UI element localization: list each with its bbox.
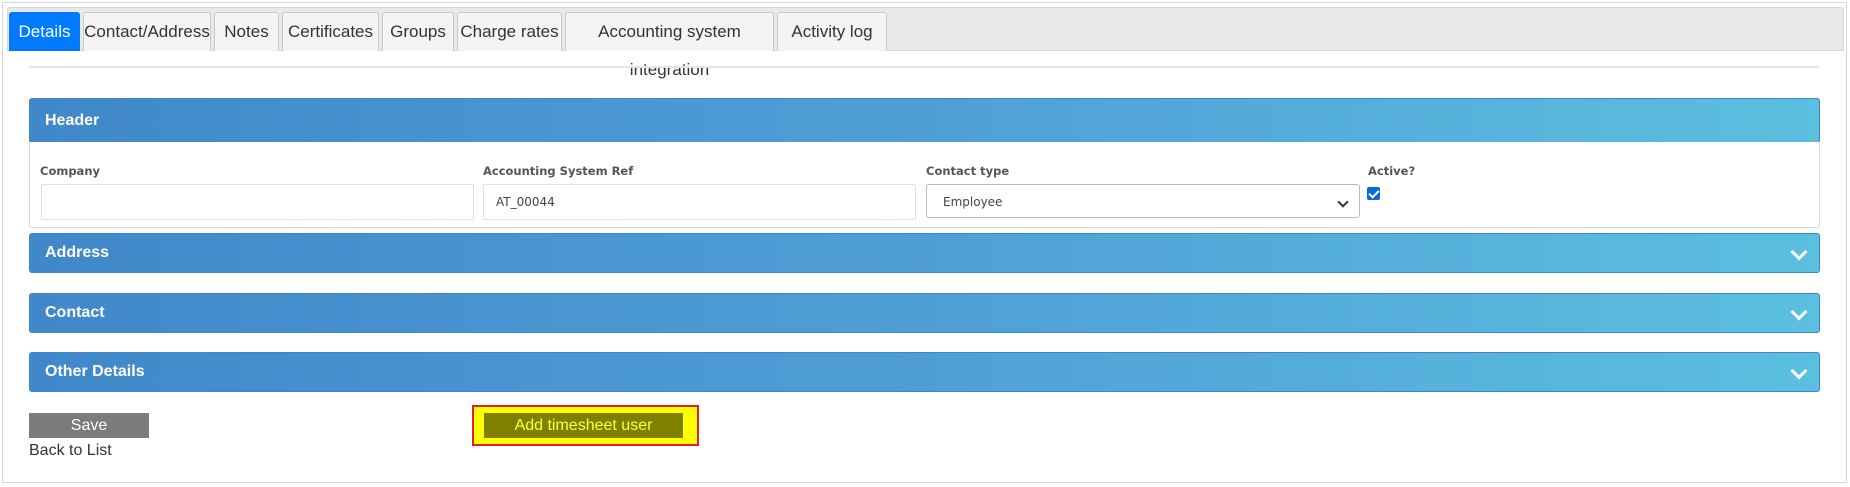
tab-groups[interactable]: Groups: [382, 12, 454, 51]
accounting-ref-label: Accounting System Ref: [483, 164, 634, 178]
add-timesheet-user-button[interactable]: Add timesheet user: [484, 413, 683, 438]
company-label: Company: [40, 164, 100, 178]
address-section-title: Address: [45, 244, 110, 261]
tab-contact-address[interactable]: Contact/Address: [83, 12, 211, 51]
active-checkbox[interactable]: [1367, 187, 1380, 200]
contact-type-label: Contact type: [926, 164, 1010, 178]
chevron-down-icon: [1790, 362, 1808, 380]
tab-accounting-system-integration[interactable]: Accounting system integration: [565, 12, 774, 79]
header-section-body: Company Accounting System Ref AT_00044 C…: [29, 142, 1820, 228]
company-input[interactable]: [41, 184, 474, 220]
accounting-ref-input[interactable]: AT_00044: [483, 184, 916, 220]
other-details-section-title: Other Details: [45, 363, 145, 380]
tab-bar: Details Contact/Address Notes Certificat…: [7, 7, 1844, 79]
divider: [29, 66, 1819, 68]
header-section-bar[interactable]: Header: [29, 98, 1820, 143]
address-section-bar[interactable]: Address: [29, 233, 1820, 273]
contact-type-select[interactable]: Employee: [926, 184, 1360, 218]
tab-charge-rates[interactable]: Charge rates: [457, 12, 562, 51]
save-button[interactable]: Save: [29, 413, 149, 438]
tab-activity-log[interactable]: Activity log: [777, 12, 887, 51]
tab-details[interactable]: Details: [9, 12, 80, 51]
header-section-title: Header: [45, 112, 100, 129]
contact-section-bar[interactable]: Contact: [29, 293, 1820, 333]
contact-type-selected: Employee: [943, 195, 1003, 209]
tab-certificates[interactable]: Certificates: [282, 12, 379, 51]
contact-section-title: Contact: [45, 304, 105, 321]
chevron-down-icon: [1790, 243, 1808, 261]
chevron-down-icon: [1790, 303, 1808, 321]
chevron-down-icon: [1337, 196, 1349, 208]
active-label: Active?: [1368, 164, 1416, 178]
checkmark-icon: [1368, 187, 1380, 199]
back-to-list-link[interactable]: Back to List: [29, 442, 112, 460]
tab-notes[interactable]: Notes: [214, 12, 279, 51]
add-timesheet-user-highlight: Add timesheet user: [472, 405, 699, 446]
other-details-section-bar[interactable]: Other Details: [29, 352, 1820, 392]
